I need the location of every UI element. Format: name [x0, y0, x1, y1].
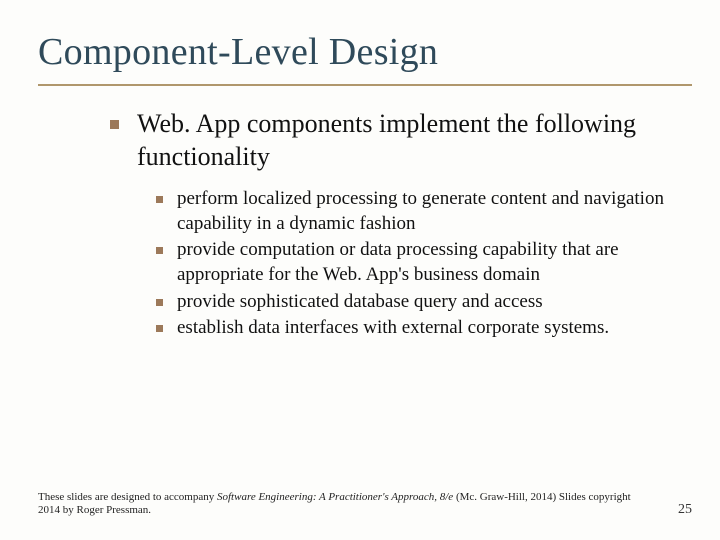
slide-title: Component-Level Design [38, 30, 438, 74]
square-bullet-icon [156, 299, 163, 306]
slide: Component-Level Design Web. App componen… [0, 0, 720, 540]
square-bullet-icon [156, 196, 163, 203]
footer-book-title: Software Engineering: A Practitioner's A… [217, 491, 453, 503]
lead-text: Web. App components implement the follow… [137, 108, 680, 173]
sub-point-text: provide computation or data processing c… [177, 238, 680, 287]
slide-body: Web. App components implement the follow… [110, 108, 680, 343]
list-item: establish data interfaces with external … [156, 316, 680, 343]
square-bullet-icon [156, 247, 163, 254]
lead-bullet-row: Web. App components implement the follow… [110, 108, 680, 173]
list-item: perform localized processing to generate… [156, 187, 680, 238]
square-bullet-icon [110, 120, 119, 129]
square-bullet-icon [156, 325, 163, 332]
sub-point-text: perform localized processing to generate… [177, 187, 680, 236]
sub-bullet-list: perform localized processing to generate… [156, 187, 680, 343]
sub-point-text: establish data interfaces with external … [177, 316, 609, 341]
title-rule [38, 84, 692, 86]
footer-attribution: These slides are designed to accompany S… [38, 491, 640, 519]
list-item: provide computation or data processing c… [156, 238, 680, 289]
sub-point-text: provide sophisticated database query and… [177, 290, 543, 315]
page-number: 25 [678, 502, 692, 518]
list-item: provide sophisticated database query and… [156, 290, 680, 317]
footer-prefix: These slides are designed to accompany [38, 491, 217, 503]
